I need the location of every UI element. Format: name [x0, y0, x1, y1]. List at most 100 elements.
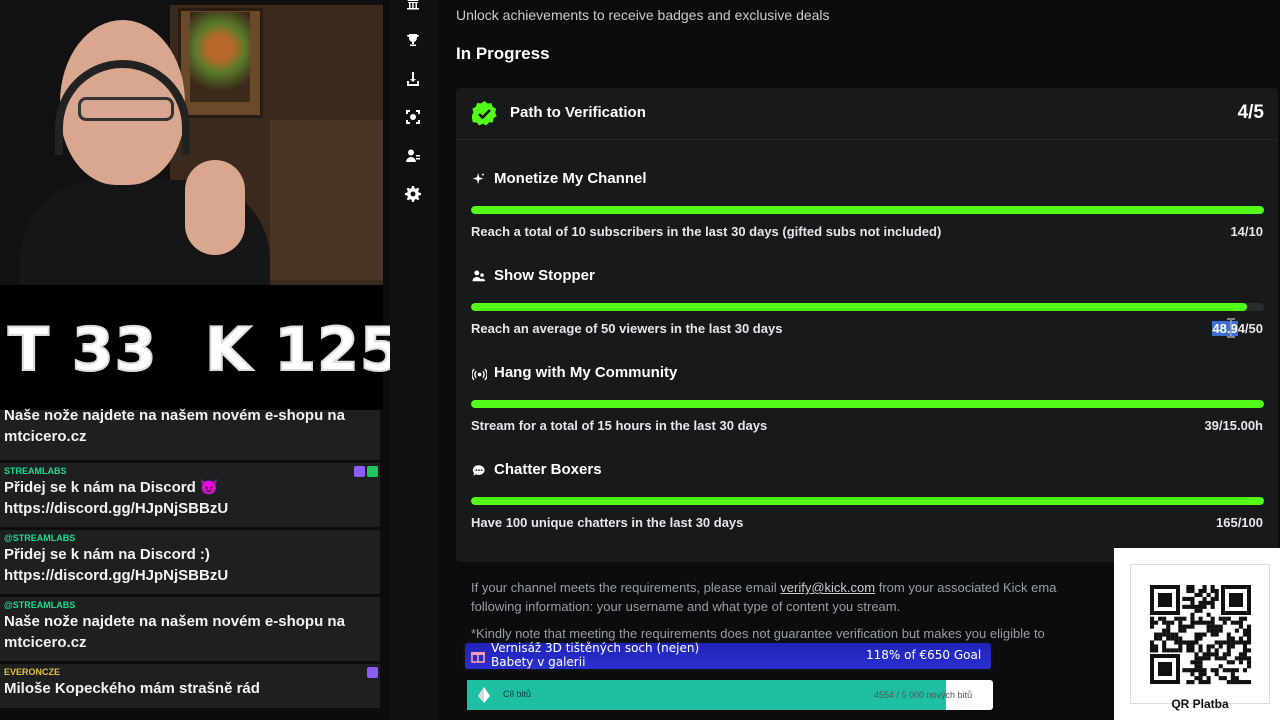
qr-module: [1226, 616, 1231, 621]
qr-module: [1246, 636, 1252, 641]
qr-module: [1202, 596, 1207, 601]
chat-text: Přidej se k nám na Discord 😈 https://dis…: [4, 479, 229, 517]
qr-module: [1226, 680, 1231, 685]
bits-gem-icon: [478, 687, 490, 703]
qr-module: [1238, 640, 1243, 645]
achievement-title: Show Stopper: [494, 267, 595, 284]
qr-module: [1182, 604, 1187, 609]
qr-module: [1194, 664, 1199, 669]
qr-module: [1198, 676, 1203, 681]
qr-module: [1242, 652, 1248, 657]
qr-module: [1226, 640, 1231, 645]
chat-user: EVERONCZE: [4, 667, 61, 677]
qr-module: [1190, 604, 1195, 609]
chat-message: @STREAMLABS Přidej se k nám na Discord :…: [0, 530, 380, 594]
chat-message: @STREAMLABS Naše nože najdete na našem n…: [0, 597, 380, 661]
qr-module: [1194, 640, 1199, 645]
qr-module: [1190, 616, 1195, 621]
goal-percent: 118% of €650 Goal: [866, 648, 982, 662]
qr-module: [1198, 592, 1203, 598]
qr-module: [1158, 616, 1163, 621]
qr-module: [1198, 620, 1203, 625]
qr-module: [1210, 652, 1215, 657]
qr-module: [1154, 632, 1159, 637]
qr-module: [1214, 628, 1219, 633]
qr-module: [1190, 600, 1195, 605]
qr-module: [1226, 636, 1231, 641]
chat-message: STREAMLABS Přidej se k nám na Discord 😈 …: [0, 463, 380, 527]
qr-module: [1162, 640, 1167, 645]
qr-module: [1214, 588, 1219, 594]
qr-module: [1198, 636, 1203, 641]
chat-bubble-icon: [471, 463, 487, 479]
sparkle-icon: [471, 171, 487, 187]
qr-module: [1238, 616, 1243, 621]
qr-module: [1170, 632, 1175, 637]
achievement-value: 39/15.00h: [1204, 418, 1263, 433]
badge-icon: [367, 466, 378, 477]
qr-module: [1230, 668, 1235, 673]
qr-module: [1218, 628, 1223, 633]
qr-module: [1214, 640, 1219, 645]
gear-icon[interactable]: [404, 185, 422, 203]
qr-module: [1226, 648, 1231, 653]
qr-module: [1198, 664, 1203, 669]
qr-module: [1190, 585, 1195, 590]
qr-module: [1238, 620, 1243, 625]
verify-email-link[interactable]: verify@kick.com: [780, 580, 875, 595]
qr-module: [1174, 640, 1179, 645]
achievement-description: Have 100 unique chatters in the last 30 …: [471, 515, 744, 530]
progress-fill: [471, 303, 1248, 311]
qr-module: [1206, 628, 1211, 633]
bank-icon[interactable]: [404, 0, 422, 12]
card-title: Path to Verification: [510, 104, 646, 121]
qr-module: [1242, 656, 1248, 661]
streamer-hand: [185, 160, 245, 255]
qr-module: [1206, 624, 1211, 629]
achievement-progress-bar: [471, 303, 1264, 311]
qr-module: [1174, 632, 1179, 637]
user-settings-icon[interactable]: [404, 147, 422, 165]
user-badges: [367, 667, 378, 678]
qr-module: [1246, 660, 1252, 665]
qr-module: [1190, 644, 1195, 649]
qr-module: [1218, 644, 1223, 649]
qr-module: [1178, 620, 1183, 625]
qr-module: [1214, 668, 1219, 673]
qr-module: [1230, 636, 1235, 641]
qr-module: [1166, 624, 1171, 629]
qr-module: [1234, 676, 1239, 681]
qr-module: [1166, 628, 1171, 633]
achievement-description: Reach a total of 10 subscribers in the l…: [471, 224, 942, 239]
qr-module: [1222, 616, 1227, 621]
qr-module: [1182, 640, 1187, 645]
progress-fill: [471, 497, 1264, 505]
qr-module: [1234, 656, 1239, 661]
chat-message: Naše nože najdete na našem novém e-shopu…: [0, 407, 380, 460]
qr-module: [1246, 624, 1252, 629]
qr-module: [1190, 672, 1195, 677]
qr-module: [1178, 616, 1183, 621]
qr-module: [1150, 644, 1155, 649]
chat-text: Naše nože najdete na našem novém e-shopu…: [4, 407, 345, 445]
qr-module: [1214, 652, 1219, 657]
achievement-progress-bar: [471, 400, 1264, 408]
footnote-text: from your associated Kick ema: [875, 580, 1057, 595]
qr-module: [1210, 624, 1215, 629]
qr-module: [1226, 632, 1231, 637]
qr-module: [1230, 640, 1235, 645]
qr-module: [1246, 628, 1252, 633]
verified-badge-icon: [471, 101, 497, 126]
screen-capture-icon[interactable]: [404, 108, 422, 126]
achievement-value[interactable]: 48.94/50: [1212, 321, 1263, 336]
qr-module: [1190, 588, 1195, 594]
trophy-icon[interactable]: [404, 31, 422, 49]
qr-module: [1178, 624, 1183, 629]
qr-module: [1154, 636, 1159, 641]
qr-module: [1238, 656, 1243, 661]
qr-module: [1242, 668, 1248, 673]
upload-icon[interactable]: [404, 70, 422, 88]
qr-module: [1214, 592, 1219, 598]
qr-module: [1194, 656, 1199, 661]
qr-module: [1186, 644, 1191, 649]
